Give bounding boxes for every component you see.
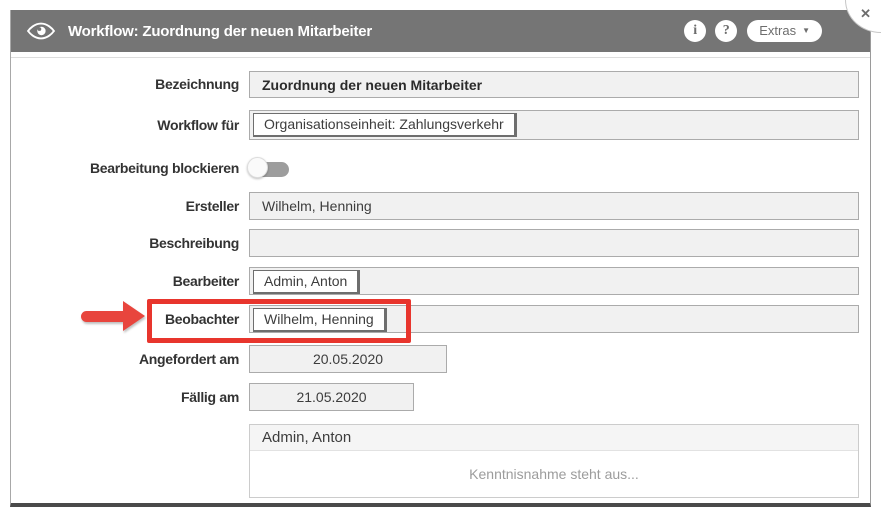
acknowledgement-status: Kenntnisnahme steht aus... xyxy=(250,451,858,497)
workflow-fuer-chip[interactable]: Organisationseinheit: Zahlungsverkehr xyxy=(253,113,517,137)
bearbeitung-blockieren-label: Bearbeitung blockieren xyxy=(11,160,239,176)
dialog-title: Workflow: Zuordnung der neuen Mitarbeite… xyxy=(68,23,372,40)
acknowledgement-user: Admin, Anton xyxy=(250,425,858,451)
help-button[interactable]: ? xyxy=(715,20,737,42)
bezeichnung-field[interactable]: Zuordnung der neuen Mitarbeiter xyxy=(249,71,859,98)
close-button[interactable]: ✕ xyxy=(860,7,871,21)
faellig-am-field[interactable]: 21.05.2020 xyxy=(249,383,414,411)
info-button[interactable]: i xyxy=(684,20,706,42)
beschreibung-field[interactable] xyxy=(249,229,859,257)
beschreibung-label: Beschreibung xyxy=(11,235,239,251)
faellig-am-label: Fällig am xyxy=(11,389,239,405)
titlebar-separator xyxy=(11,57,870,58)
ersteller-field[interactable]: Wilhelm, Henning xyxy=(249,192,859,220)
extras-button[interactable]: Extras ▼ xyxy=(747,20,822,42)
beobachter-label: Beobachter xyxy=(11,311,239,327)
ersteller-label: Ersteller xyxy=(11,198,239,214)
chevron-down-icon: ▼ xyxy=(802,20,810,42)
bearbeitung-blockieren-toggle[interactable] xyxy=(247,156,295,180)
workflow-dialog: Workflow: Zuordnung der neuen Mitarbeite… xyxy=(10,10,871,507)
screenshot-page: Workflow: Zuordnung der neuen Mitarbeite… xyxy=(0,0,881,513)
toggle-knob xyxy=(247,157,268,178)
bearbeiter-label: Bearbeiter xyxy=(11,273,239,289)
angefordert-am-field[interactable]: 20.05.2020 xyxy=(249,345,447,373)
eye-icon xyxy=(27,22,55,40)
dialog-titlebar: Workflow: Zuordnung der neuen Mitarbeite… xyxy=(11,10,870,52)
beobachter-chip[interactable]: Wilhelm, Henning xyxy=(253,308,387,332)
bezeichnung-label: Bezeichnung xyxy=(11,76,239,92)
extras-button-label: Extras xyxy=(759,20,796,42)
bearbeiter-chip[interactable]: Admin, Anton xyxy=(253,270,360,294)
angefordert-am-label: Angefordert am xyxy=(11,351,239,367)
acknowledgement-panel: Admin, Anton Kenntnisnahme steht aus... xyxy=(249,424,859,498)
workflow-fuer-label: Workflow für xyxy=(11,117,239,133)
